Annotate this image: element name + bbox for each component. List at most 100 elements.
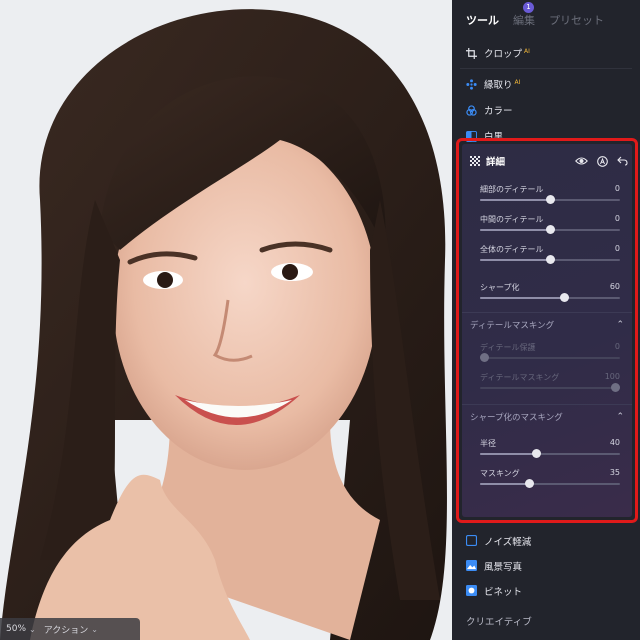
chevron-up-icon[interactable]: ⌃ xyxy=(616,320,624,330)
tab-edits[interactable]: 編集 1 xyxy=(513,2,535,28)
slider-track[interactable] xyxy=(480,449,620,458)
slider-value: 100 xyxy=(604,372,620,381)
slider-track xyxy=(480,353,620,362)
slider-fill xyxy=(480,453,536,455)
border-icon xyxy=(466,78,477,90)
slider-handle xyxy=(480,353,489,362)
tool-border-label: 縁取り xyxy=(484,80,513,91)
slider-label: 全体のディテール xyxy=(480,245,544,254)
color-icon xyxy=(466,104,477,116)
tool-vignette[interactable]: ビネット xyxy=(452,578,640,603)
tool-vignette-label: ビネット xyxy=(484,586,523,598)
tools-lower-list: ノイズ軽減 風景写真 ビネット xyxy=(452,528,640,603)
ai-enhance-icon[interactable] xyxy=(597,155,608,167)
slider-masking[interactable]: マスキング 35 xyxy=(462,462,632,492)
chevron-down-icon: ⌄ xyxy=(29,624,36,634)
detail-section-highlight: 詳細 細部のディテール 0 中間のディテール 0 全体のディテール 0 シャープ… xyxy=(456,138,638,523)
slider-fine-detail[interactable]: 細部のディテール 0 xyxy=(462,178,632,208)
slider-sharpening[interactable]: シャープ化 60 xyxy=(462,276,632,306)
tab-tools[interactable]: ツール xyxy=(466,12,499,28)
app-window: 50% ⌄ アクション ⌄ ツール 編集 1 プリセット クロップ AI 縁取り A… xyxy=(0,0,640,640)
slider-fill xyxy=(480,229,550,231)
slider-label: ディテール保護 xyxy=(480,343,536,352)
tool-border[interactable]: 縁取り AI xyxy=(452,71,640,97)
slider-fill xyxy=(480,199,550,201)
tool-color[interactable]: カラー xyxy=(452,97,640,123)
slider-value: 0 xyxy=(614,342,620,351)
slider-handle[interactable] xyxy=(525,479,534,488)
noise-icon xyxy=(466,535,477,546)
action-menu[interactable]: アクション ⌄ xyxy=(44,623,98,636)
slider-track xyxy=(480,383,620,392)
section-creative[interactable]: クリエイティブ xyxy=(466,614,532,628)
slider-fill xyxy=(480,483,529,485)
slider-overall-detail[interactable]: 全体のディテール 0 xyxy=(462,238,632,268)
crop-icon xyxy=(466,47,477,59)
slider-label: ディテールマスキング xyxy=(480,373,560,382)
detail-icon xyxy=(470,156,480,166)
slider-label: シャープ化 xyxy=(480,283,520,292)
slider-fill xyxy=(480,259,550,261)
ai-badge: AI xyxy=(524,47,530,55)
action-label: アクション xyxy=(43,625,89,636)
divider xyxy=(460,68,632,69)
slider-track[interactable] xyxy=(480,255,620,264)
slider-value: 60 xyxy=(609,282,620,291)
slider-track[interactable] xyxy=(480,293,620,302)
detail-masking-header[interactable]: ディテールマスキング ⌃ xyxy=(462,312,632,336)
slider-track[interactable] xyxy=(480,225,620,234)
slider-value: 0 xyxy=(614,184,620,193)
slider-detail-masking: ディテールマスキング 100 xyxy=(462,366,632,396)
canvas-bottom-bar: 50% ⌄ アクション ⌄ xyxy=(0,618,140,640)
slider-value: 35 xyxy=(609,468,620,477)
vignette-icon xyxy=(466,585,477,596)
slider-medium-detail[interactable]: 中間のディテール 0 xyxy=(462,208,632,238)
ai-badge: AI xyxy=(514,78,521,86)
detail-header[interactable]: 詳細 xyxy=(462,144,632,178)
slider-label: 中間のディテール xyxy=(480,215,544,224)
tool-crop[interactable]: クロップ AI xyxy=(452,40,640,66)
tools-panel: ツール 編集 1 プリセット クロップ AI 縁取り AI カラー 白黒 詳細 … xyxy=(452,0,640,640)
slider-handle[interactable] xyxy=(546,255,555,264)
undo-icon[interactable] xyxy=(617,156,628,166)
eye-icon[interactable] xyxy=(575,156,588,166)
detail-title: 詳細 xyxy=(486,157,506,168)
edits-count-badge: 1 xyxy=(523,2,534,13)
panel-tabs: ツール 編集 1 プリセット xyxy=(452,0,640,40)
tab-edits-label: 編集 xyxy=(513,14,535,27)
slider-value: 0 xyxy=(614,244,620,253)
photo-canvas[interactable]: 50% ⌄ アクション ⌄ xyxy=(0,0,452,640)
slider-label: 半径 xyxy=(480,439,496,448)
slider-label: 細部のディテール xyxy=(480,185,544,194)
tool-noise-label: ノイズ軽減 xyxy=(484,536,532,548)
landscape-icon xyxy=(466,560,477,571)
slider-radius[interactable]: 半径 40 xyxy=(462,432,632,462)
tab-presets[interactable]: プリセット xyxy=(549,12,604,28)
slider-handle xyxy=(611,383,620,392)
slider-label: マスキング xyxy=(480,469,520,478)
slider-handle[interactable] xyxy=(546,195,555,204)
tool-noise-reduction[interactable]: ノイズ軽減 xyxy=(452,528,640,553)
slider-track[interactable] xyxy=(480,479,620,488)
detail-section: 詳細 細部のディテール 0 中間のディテール 0 全体のディテール 0 シャープ… xyxy=(462,144,632,517)
chevron-down-icon: ⌄ xyxy=(91,624,98,634)
slider-handle[interactable] xyxy=(546,225,555,234)
sharpen-masking-header[interactable]: シャープ化のマスキング ⌃ xyxy=(462,404,632,428)
slider-handle[interactable] xyxy=(532,449,541,458)
zoom-value: 50% xyxy=(6,624,27,634)
slider-track[interactable] xyxy=(480,195,620,204)
slider-fill xyxy=(480,297,564,299)
slider-value: 40 xyxy=(609,438,620,447)
slider-handle[interactable] xyxy=(560,293,569,302)
chevron-up-icon[interactable]: ⌃ xyxy=(616,412,624,422)
tool-landscape[interactable]: 風景写真 xyxy=(452,553,640,578)
tool-crop-label: クロップ xyxy=(484,49,523,60)
tool-color-label: カラー xyxy=(484,106,513,117)
detail-masking-title: ディテールマスキング xyxy=(470,320,555,331)
zoom-selector[interactable]: 50% ⌄ xyxy=(6,624,36,634)
slider-value: 0 xyxy=(614,214,620,223)
sharpen-masking-title: シャープ化のマスキング xyxy=(470,412,563,423)
portrait-photo xyxy=(0,0,452,640)
